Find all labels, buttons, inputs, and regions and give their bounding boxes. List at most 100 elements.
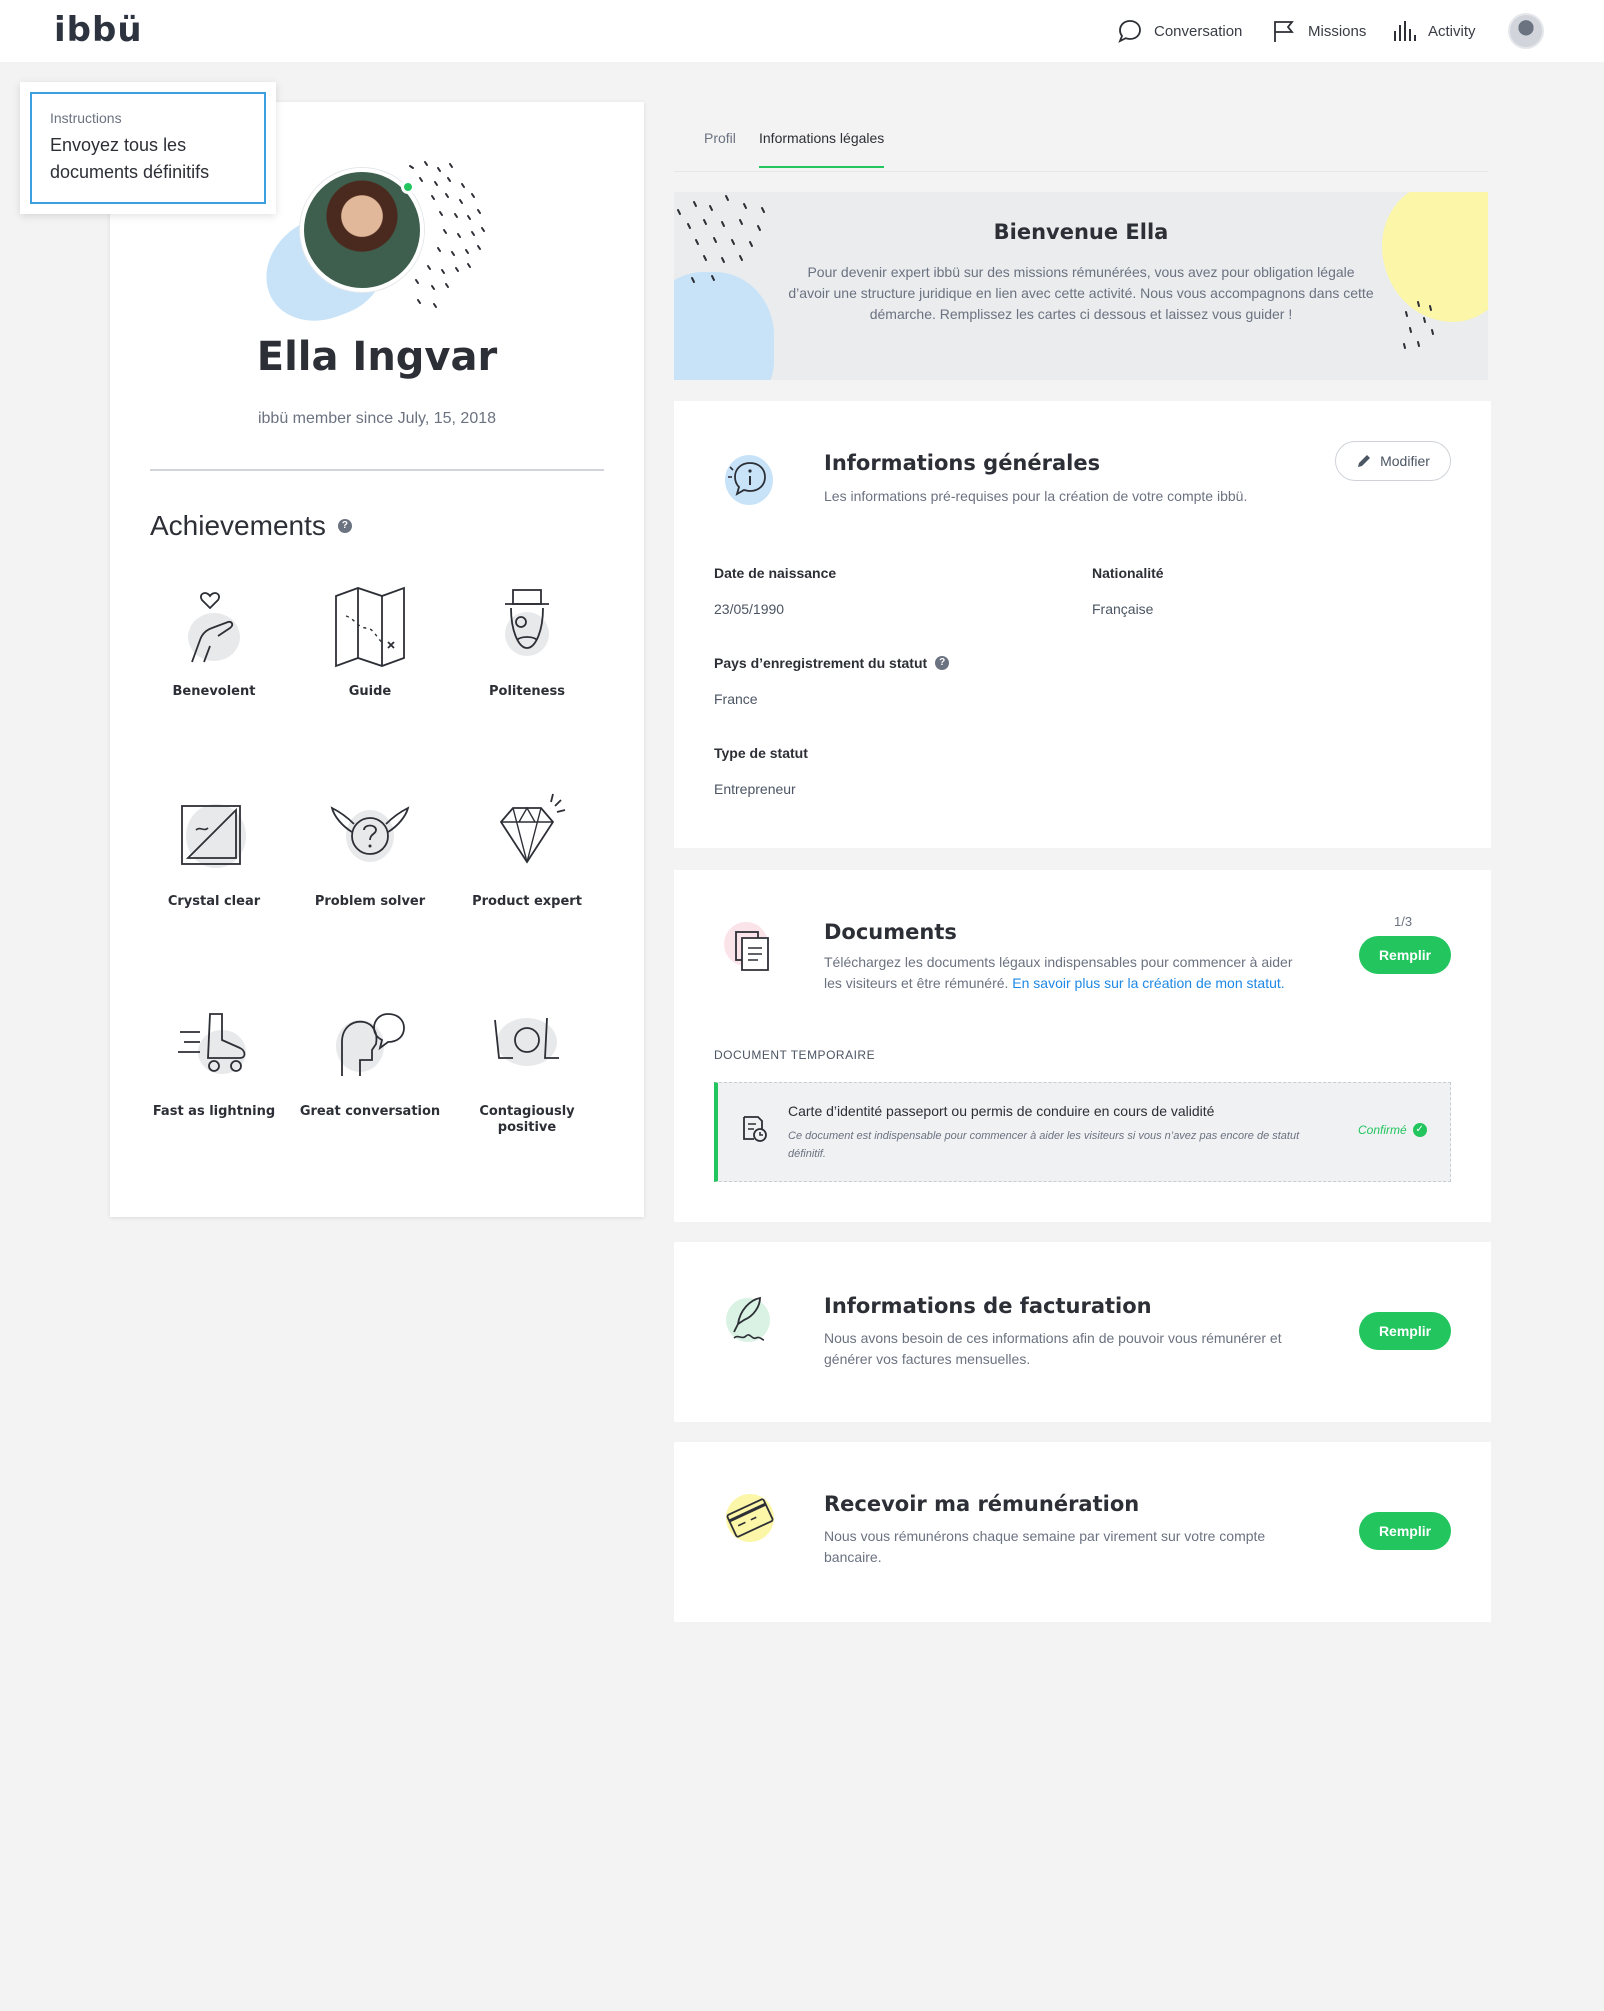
achievement-great-conversation[interactable]: Great conversation xyxy=(295,1002,445,1120)
document-title: Carte d’identité passeport ou permis de … xyxy=(788,1103,1215,1119)
credit-card-icon xyxy=(726,1494,774,1542)
help-icon[interactable]: ? xyxy=(935,656,950,670)
nav-missions[interactable]: Missions xyxy=(1270,16,1366,46)
speech-heads-icon xyxy=(336,1013,405,1076)
gentleman-icon xyxy=(505,589,549,656)
documents-desc: Téléchargez les documents légaux indispe… xyxy=(824,952,1314,994)
country-field: Pays d’enregistrement du statut ? xyxy=(714,655,950,671)
top-navigation: ibbü Conversation Missions Activity xyxy=(0,0,1604,62)
nav-activity-label: Activity xyxy=(1428,22,1476,40)
nav-activity[interactable]: Activity xyxy=(1390,16,1476,46)
info-speech-icon xyxy=(725,455,773,505)
profile-tabs: Profil Informations légales xyxy=(674,120,1488,172)
payment-card: Recevoir ma rémunération Nous vous rémun… xyxy=(674,1442,1491,1622)
quill-signature-icon xyxy=(726,1296,770,1342)
achievement-crystal-clear[interactable]: Crystal clear xyxy=(139,792,289,910)
ibbu-logo[interactable]: ibbü xyxy=(54,10,143,50)
profile-name: Ella Ingvar xyxy=(256,334,498,380)
welcome-text: Pour devenir expert ibbü sur des mission… xyxy=(788,264,1374,322)
welcome-title: Bienvenue Ella xyxy=(993,220,1169,244)
achievement-benevolent[interactable]: Benevolent xyxy=(139,582,289,700)
modifier-button-label: Modifier xyxy=(1380,453,1430,469)
achievement-label: Great conversation xyxy=(299,1104,441,1119)
payment-fill-button[interactable]: Remplir xyxy=(1359,1512,1451,1550)
achievement-label: Fast as lightning xyxy=(152,1104,276,1119)
status-type-label: Type de statut xyxy=(714,745,808,761)
check-circle-icon: ✓ xyxy=(1412,1123,1427,1137)
member-since: ibbü member since July, 15, 2018 xyxy=(257,410,497,427)
document-section-title: DOCUMENT TEMPORAIRE xyxy=(714,1048,876,1062)
map-icon xyxy=(335,586,405,668)
nav-missions-label: Missions xyxy=(1308,22,1367,40)
payment-desc: Nous vous rémunérons chaque semaine par … xyxy=(824,1528,1266,1565)
nationality-label: Nationalité xyxy=(1092,565,1164,581)
welcome-banner: Bienvenue Ella Pour devenir expert ibbü … xyxy=(674,192,1488,380)
roller-skate-icon xyxy=(178,1013,246,1074)
achievement-problem-solver[interactable]: Problem solver xyxy=(295,792,445,910)
confetti-dots-decoration xyxy=(1403,301,1434,349)
hand-heart-icon xyxy=(188,592,240,663)
achievements-title: Achievements xyxy=(150,510,326,541)
tab-profil[interactable]: Profil xyxy=(704,130,736,166)
tab-informations-legales[interactable]: Informations légales xyxy=(759,130,885,168)
country-value: France xyxy=(714,691,758,707)
documents-counter: 1/3 xyxy=(1394,914,1413,929)
help-icon[interactable]: ? xyxy=(337,519,352,533)
nav-conversation[interactable]: Conversation xyxy=(1116,16,1242,46)
general-info-desc: Les informations pré-requises pour la cr… xyxy=(824,488,1248,504)
birth-date-label: Date de naissance xyxy=(714,565,837,581)
billing-fill-button[interactable]: Remplir xyxy=(1359,1312,1451,1350)
achievement-label: Politeness xyxy=(489,684,565,699)
document-status-label: Confirmé xyxy=(1358,1123,1407,1137)
achievement-label: Crystal clear xyxy=(167,894,261,909)
achievement-contagiously-positive[interactable]: Contagiously positive xyxy=(452,1002,602,1136)
confetti-dots-decoration xyxy=(677,195,765,283)
documents-fill-button[interactable]: Remplir xyxy=(1359,936,1451,974)
achievement-politeness[interactable]: Politeness xyxy=(452,582,602,700)
profile-card: Ella Ingvar ibbü member since July, 15, … xyxy=(110,102,644,1217)
billing-desc: Nous avons besoin de ces informations af… xyxy=(824,1330,1282,1367)
user-avatar[interactable] xyxy=(1508,13,1544,49)
winged-question-icon xyxy=(330,806,410,862)
lol-icon xyxy=(494,1017,559,1066)
achievement-label: Benevolent xyxy=(172,684,256,699)
documents-card: Documents Téléchargez les documents léga… xyxy=(674,870,1491,1222)
billing-title: Informations de facturation xyxy=(824,1294,1152,1318)
birth-date-value: 23/05/1990 xyxy=(714,601,785,617)
general-info-title: Informations générales xyxy=(824,451,1101,475)
country-label: Pays d’enregistrement du statut xyxy=(714,655,928,671)
instructions-text: Envoyez tous les documents définitifs xyxy=(50,135,210,182)
instructions-box: Instructions Envoyez tous les documents … xyxy=(30,92,266,204)
achievement-product-expert[interactable]: Product expert xyxy=(452,792,602,910)
status-type-value: Entrepreneur xyxy=(714,781,796,797)
document-row[interactable]: Carte d’identité passeport ou permis de … xyxy=(714,1082,1451,1182)
payment-title: Recevoir ma rémunération xyxy=(824,1492,1140,1516)
achievements-heading: Achievements ? xyxy=(150,510,352,542)
billing-card: Informations de facturation Nous avons b… xyxy=(674,1242,1491,1422)
achievement-guide[interactable]: Guide xyxy=(295,582,445,700)
nav-conversation-label: Conversation xyxy=(1154,22,1243,40)
online-status-dot xyxy=(401,180,415,194)
documents-icon xyxy=(724,922,769,971)
ruler-triangle-icon xyxy=(181,804,246,868)
achievement-label: Contagiously positive xyxy=(479,1104,575,1135)
document-desc: Ce document est indispensable pour comme… xyxy=(788,1130,1300,1160)
achievement-label: Guide xyxy=(348,684,392,699)
modifier-button[interactable]: Modifier xyxy=(1335,441,1451,481)
bar-chart-icon xyxy=(1394,21,1416,41)
speech-bubble-icon xyxy=(1118,20,1141,43)
diamond-icon xyxy=(499,793,566,864)
documents-learn-more-link[interactable]: En savoir plus sur la création de mon st… xyxy=(1012,975,1284,991)
achievement-label: Problem solver xyxy=(314,894,426,909)
document-status: Confirmé ✓ xyxy=(1358,1123,1427,1137)
instructions-panel: Instructions Envoyez tous les documents … xyxy=(20,82,276,214)
document-clock-icon xyxy=(743,1116,767,1142)
instructions-title: Instructions xyxy=(50,110,122,126)
documents-title: Documents xyxy=(824,920,957,944)
nationality-value: Française xyxy=(1092,601,1154,617)
divider xyxy=(150,469,604,471)
flag-icon xyxy=(1274,21,1294,42)
achievement-fast-as-lightning[interactable]: Fast as lightning xyxy=(139,1002,289,1120)
achievement-label: Product expert xyxy=(472,894,582,909)
general-info-card: Informations générales Les informations … xyxy=(674,401,1491,848)
